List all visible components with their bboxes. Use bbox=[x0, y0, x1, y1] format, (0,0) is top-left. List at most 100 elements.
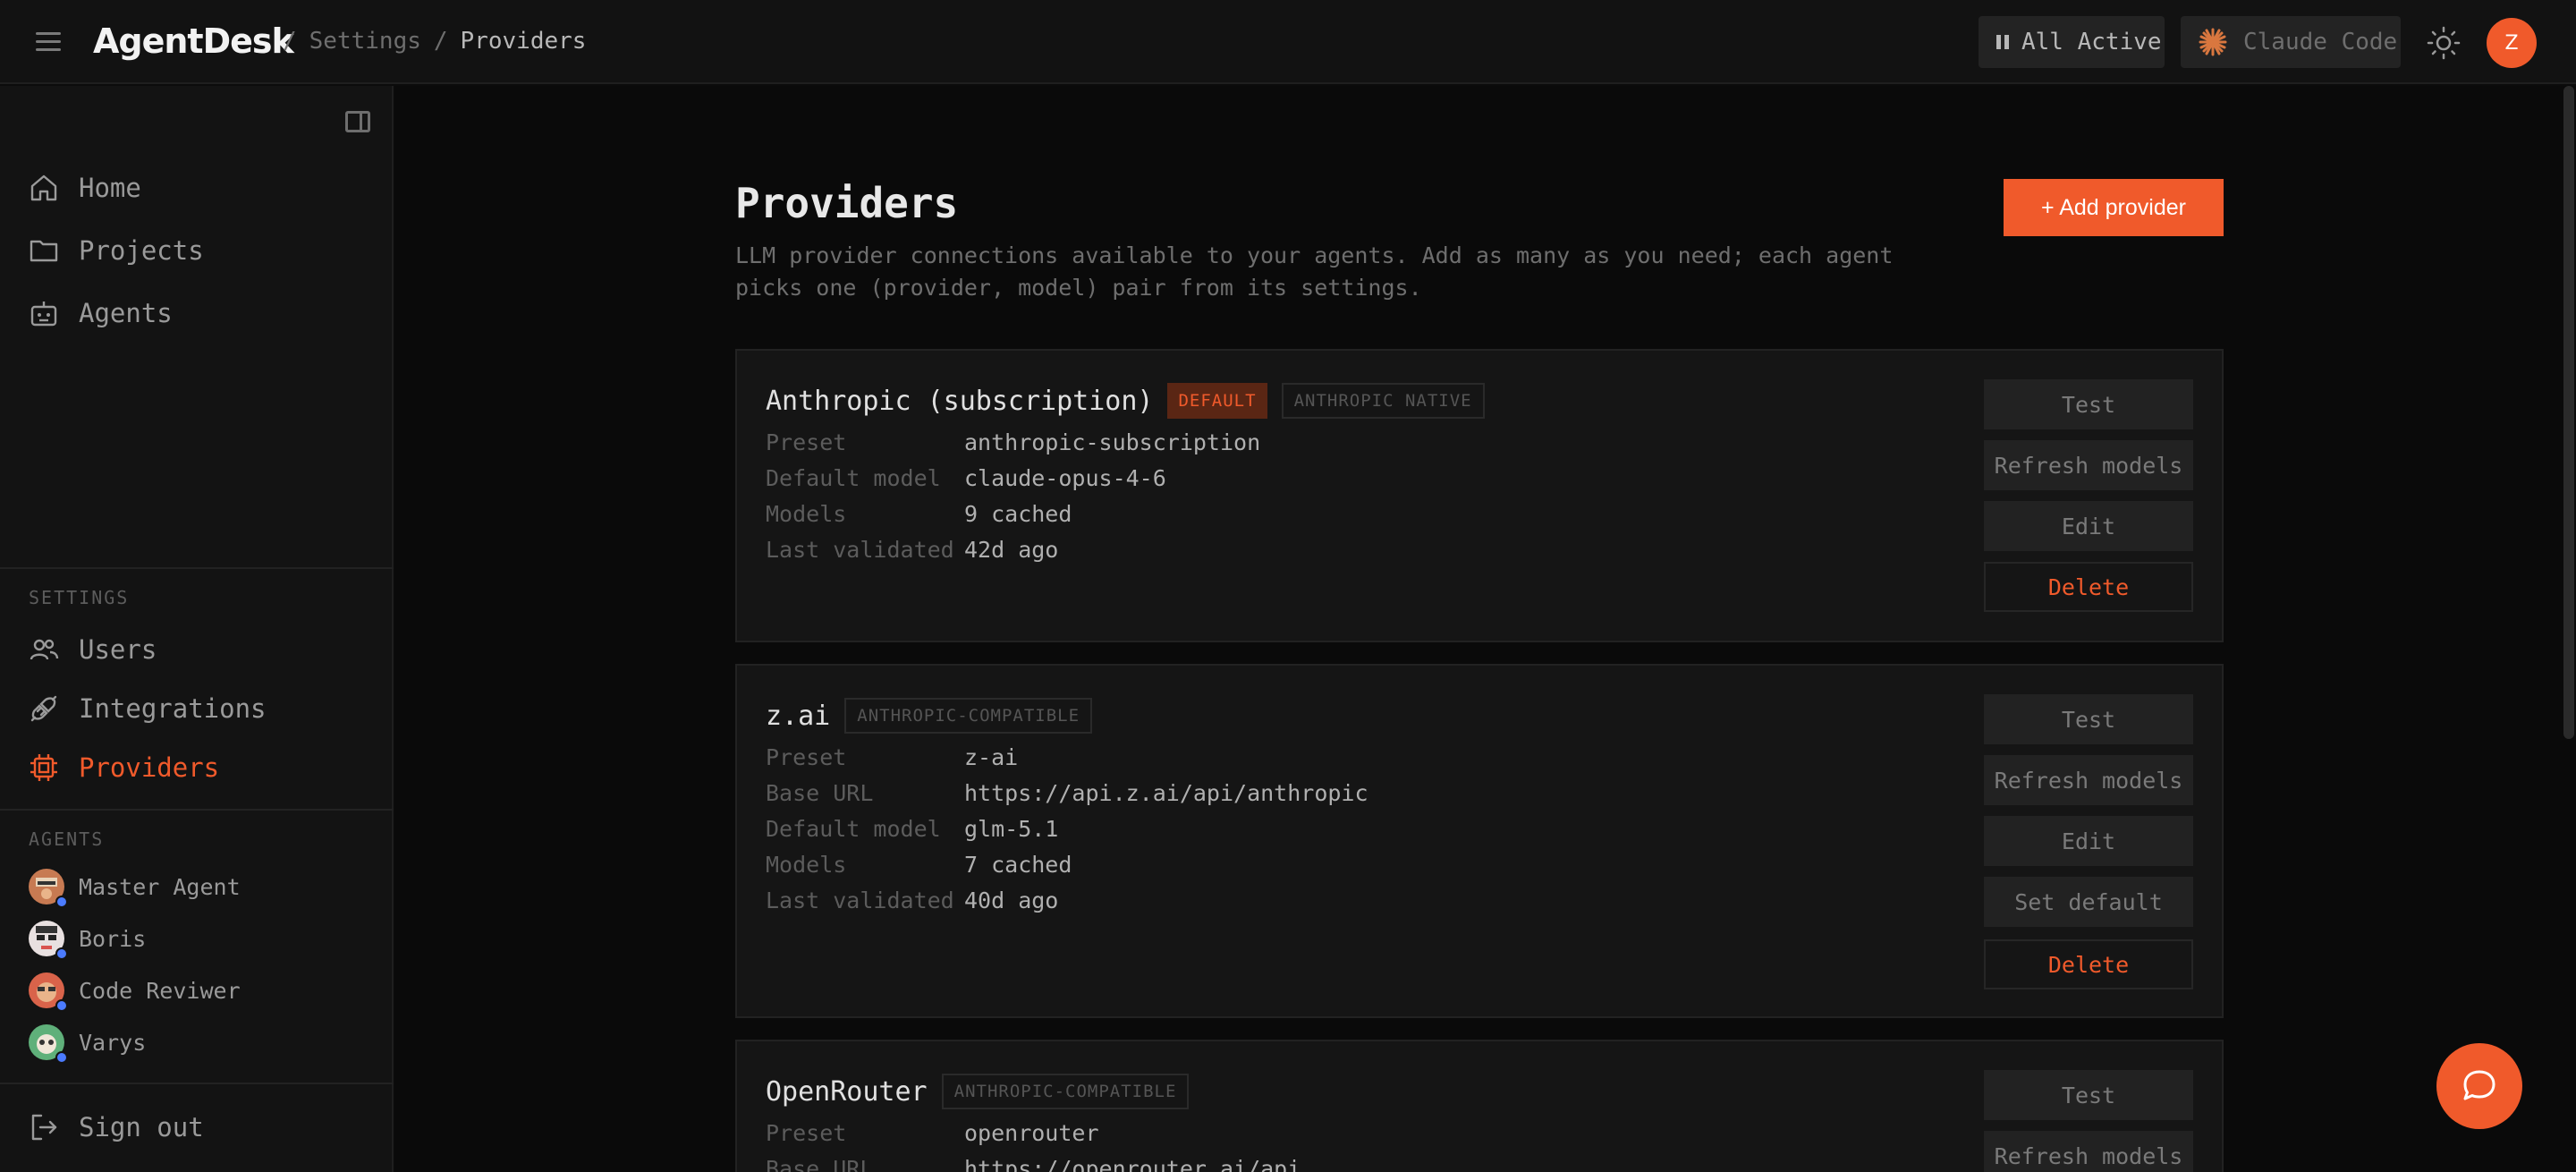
avatar bbox=[29, 1024, 68, 1064]
field-key: Models bbox=[766, 852, 847, 878]
sidebar-item-users[interactable]: Users bbox=[29, 624, 369, 675]
field-key: Base URL bbox=[766, 780, 874, 806]
field-value: https://openrouter.ai/api bbox=[964, 1156, 1301, 1172]
field-value: claude-opus-4-6 bbox=[964, 465, 1166, 491]
field-value: 9 cached bbox=[964, 501, 1072, 527]
sidebar-agent-code-reviewer[interactable]: Code Reviwer bbox=[29, 968, 241, 1013]
sidebar-item-projects[interactable]: Projects bbox=[29, 225, 369, 276]
online-indicator bbox=[55, 896, 68, 908]
sidebar-item-home[interactable]: Home bbox=[29, 163, 369, 213]
provider-card-openrouter: OpenRouter ANTHROPIC-COMPATIBLE Preset op… bbox=[735, 1040, 2224, 1172]
provider-card-zai: z.ai ANTHROPIC-COMPATIBLE Preset z-ai Bas… bbox=[735, 664, 2224, 1018]
sign-out-button[interactable]: Sign out bbox=[29, 1102, 369, 1152]
edit-button[interactable]: Edit bbox=[1984, 816, 2193, 866]
delete-button[interactable]: Delete bbox=[1984, 562, 2193, 612]
field-value: https://api.z.ai/api/anthropic bbox=[964, 780, 1368, 806]
field-value: anthropic-subscription bbox=[964, 429, 1261, 455]
sidebar-agent-varys[interactable]: Varys bbox=[29, 1020, 146, 1065]
sign-out-icon bbox=[31, 1114, 57, 1141]
sidebar-divider bbox=[0, 1083, 394, 1084]
runtime-label: Claude Code bbox=[2243, 29, 2398, 55]
test-button[interactable]: Test bbox=[1984, 379, 2193, 429]
online-indicator bbox=[55, 999, 68, 1012]
field-value: 7 cached bbox=[964, 852, 1072, 878]
sidebar-item-label: Home bbox=[79, 173, 141, 203]
sidebar-agent-boris[interactable]: Boris bbox=[29, 916, 146, 961]
sidebar-divider bbox=[0, 809, 394, 811]
sidebar-item-label: Agents bbox=[79, 298, 173, 328]
claude-icon bbox=[2199, 28, 2227, 56]
avatar bbox=[29, 921, 68, 960]
sun-icon[interactable] bbox=[2426, 25, 2462, 61]
app-brand[interactable]: AgentDesk bbox=[93, 21, 294, 61]
folder-icon bbox=[30, 240, 58, 262]
provider-name-row: Anthropic (subscription) DEFAULT ANTHROP… bbox=[766, 383, 1485, 419]
sidebar: Home Projects Agents SETTINGS Users Inte… bbox=[0, 86, 394, 1172]
refresh-models-button[interactable]: Refresh models bbox=[1984, 440, 2193, 490]
agents-section-label: AGENTS bbox=[29, 828, 105, 850]
field-value: glm-5.1 bbox=[964, 816, 1059, 842]
edit-button[interactable]: Edit bbox=[1984, 501, 2193, 551]
sidebar-item-agents[interactable]: Agents bbox=[29, 288, 369, 338]
test-button[interactable]: Test bbox=[1984, 1070, 2193, 1120]
breadcrumb-separator: / bbox=[433, 28, 448, 55]
sidebar-collapse-icon[interactable] bbox=[345, 111, 370, 132]
provider-type-badge: ANTHROPIC-COMPATIBLE bbox=[941, 1074, 1190, 1109]
agents-status-button[interactable]: All Active bbox=[1979, 16, 2165, 68]
field-key: Preset bbox=[766, 744, 847, 770]
sidebar-item-providers[interactable]: Providers bbox=[29, 743, 369, 793]
field-key: Preset bbox=[766, 1120, 847, 1146]
field-key: Default model bbox=[766, 816, 941, 842]
field-value: z-ai bbox=[964, 744, 1019, 770]
agent-name: Master Agent bbox=[79, 873, 241, 900]
sidebar-item-label: Projects bbox=[79, 235, 204, 266]
field-key: Base URL bbox=[766, 1156, 874, 1172]
test-button[interactable]: Test bbox=[1984, 694, 2193, 744]
users-icon bbox=[30, 639, 59, 660]
sidebar-item-integrations[interactable]: Integrations bbox=[29, 684, 369, 734]
breadcrumb-settings[interactable]: Settings bbox=[309, 28, 421, 55]
refresh-models-button[interactable]: Refresh models bbox=[1984, 1131, 2193, 1172]
field-key: Default model bbox=[766, 465, 941, 491]
field-value: 40d ago bbox=[964, 887, 1059, 913]
field-key: Preset bbox=[766, 429, 847, 455]
pause-icon bbox=[1996, 35, 2009, 49]
agent-name: Varys bbox=[79, 1029, 147, 1056]
sidebar-item-label: Integrations bbox=[79, 693, 267, 724]
provider-name: OpenRouter bbox=[766, 1075, 928, 1108]
provider-type-badge: ANTHROPIC-COMPATIBLE bbox=[844, 698, 1093, 734]
page-title: Providers bbox=[735, 179, 959, 227]
sign-out-label: Sign out bbox=[79, 1112, 204, 1142]
settings-section-label: SETTINGS bbox=[29, 587, 130, 608]
page-description: LLM provider connections available to yo… bbox=[735, 242, 1894, 301]
sidebar-item-label: Users bbox=[79, 634, 157, 665]
runtime-button[interactable]: Claude Code bbox=[2181, 16, 2401, 68]
field-value: 42d ago bbox=[964, 537, 1059, 563]
refresh-models-button[interactable]: Refresh models bbox=[1984, 755, 2193, 805]
field-key: Last validated bbox=[766, 887, 954, 913]
provider-name-row: z.ai ANTHROPIC-COMPATIBLE bbox=[766, 698, 1093, 734]
sidebar-divider bbox=[0, 567, 394, 569]
online-indicator bbox=[55, 947, 68, 960]
chat-icon bbox=[2463, 1070, 2496, 1100]
field-key: Models bbox=[766, 501, 847, 527]
menu-icon[interactable] bbox=[36, 32, 61, 52]
user-avatar[interactable]: Z bbox=[2487, 18, 2537, 68]
breadcrumb-separator: / bbox=[283, 28, 297, 55]
avatar bbox=[29, 972, 68, 1012]
online-indicator bbox=[55, 1051, 68, 1064]
provider-name-row: OpenRouter ANTHROPIC-COMPATIBLE bbox=[766, 1074, 1190, 1109]
home-icon bbox=[30, 174, 57, 201]
status-label: All Active bbox=[2021, 29, 2162, 55]
sidebar-agent-master-agent[interactable]: Master Agent bbox=[29, 864, 241, 909]
field-key: Last validated bbox=[766, 537, 954, 563]
chip-icon bbox=[30, 754, 57, 781]
default-badge: DEFAULT bbox=[1167, 383, 1267, 419]
scrollbar[interactable] bbox=[2563, 86, 2574, 739]
chat-button[interactable] bbox=[2436, 1043, 2522, 1129]
set-default-button[interactable]: Set default bbox=[1984, 877, 2193, 927]
agent-name: Boris bbox=[79, 925, 147, 952]
add-provider-button[interactable]: + Add provider bbox=[2004, 179, 2224, 236]
plug-icon bbox=[30, 695, 57, 722]
delete-button[interactable]: Delete bbox=[1984, 939, 2193, 989]
